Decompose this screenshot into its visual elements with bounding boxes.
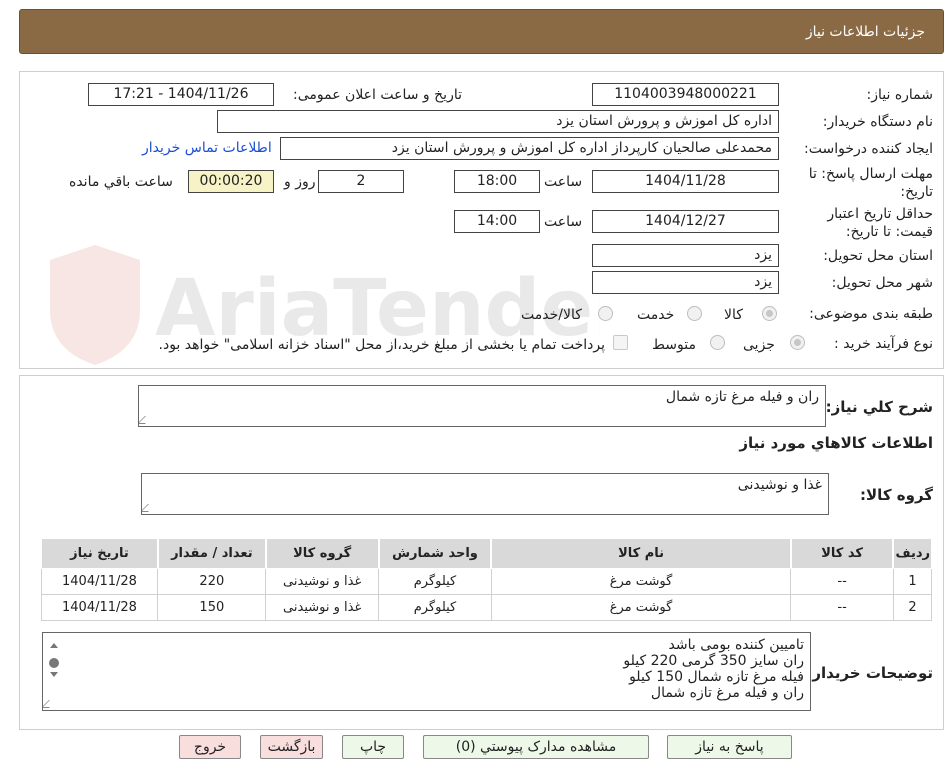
- process-label: نوع فرآیند خرید :: [834, 336, 933, 352]
- buyer-notes-textarea[interactable]: تامیین کننده بومی باشد ران سایز 350 گرمی…: [42, 632, 811, 711]
- requester-field: محمدعلی صالحیان کارپرداز اداره کل اموزش …: [280, 137, 779, 160]
- city-label: شهر محل تحویل:: [831, 275, 933, 291]
- deadline-label-line1: مهلت ارسال پاسخ: تا: [808, 166, 933, 182]
- validity-time-field: 14:00: [454, 210, 540, 233]
- summary-text: ران و فیله مرغ تازه شمال: [665, 389, 819, 405]
- group-textarea[interactable]: غذا و نوشیدنی: [141, 473, 829, 515]
- resize-grip-icon: [142, 504, 156, 512]
- deadline-days-field: 2: [318, 170, 404, 193]
- validity-date-field: 1404/12/27: [592, 210, 779, 233]
- category-option-goods-service: کالا/خدمت: [521, 307, 582, 323]
- cell-quantity: 220: [157, 568, 267, 595]
- announce-field: 1404/11/26 - 17:21: [88, 83, 274, 106]
- cell-unit: کیلوگرم: [378, 568, 492, 595]
- treasury-note: پرداخت تمام یا بخشی از مبلغ خرید،از محل …: [158, 337, 605, 353]
- province-label: استان محل تحویل:: [823, 248, 933, 264]
- province-field: یزد: [592, 244, 779, 267]
- group-label: گروه کالا:: [860, 486, 933, 504]
- buyer-notes-line: ران سایز 350 گرمی 220 کیلو: [623, 653, 804, 669]
- remaining-label: ساعت باقي مانده: [69, 174, 173, 190]
- treasury-checkbox[interactable]: [613, 335, 628, 350]
- deadline-label-line2: تاریخ:: [900, 184, 933, 200]
- cell-item-name: گوشت مرغ: [490, 594, 792, 621]
- validity-label-line1: حداقل تاریخ اعتبار: [827, 206, 933, 222]
- cell-group: غذا و نوشیدنی: [265, 594, 380, 621]
- buyer-notes-line: تامیین کننده بومی باشد: [668, 637, 804, 653]
- back-button[interactable]: بازگشت: [260, 735, 323, 759]
- scroll-down-icon: [50, 672, 58, 677]
- category-option-goods: کالا: [724, 307, 743, 323]
- page-header: جزئیات اطلاعات نیاز: [19, 9, 944, 54]
- cell-row-number: 2: [892, 594, 933, 621]
- print-button[interactable]: چاپ: [342, 735, 404, 759]
- col-need-date: تاریخ نیاز: [40, 538, 159, 569]
- deadline-time-field: 18:00: [454, 170, 540, 193]
- category-radio-service[interactable]: [687, 306, 702, 321]
- announce-label: تاریخ و ساعت اعلان عمومی:: [293, 87, 462, 103]
- page-title: جزئیات اطلاعات نیاز: [805, 24, 925, 40]
- remaining-timer: 00:00:20: [188, 170, 274, 193]
- buyer-contact-link[interactable]: اطلاعات تماس خریدار: [142, 140, 272, 156]
- buyer-notes-label: توضیحات خریدار:: [806, 664, 933, 682]
- attachments-button[interactable]: مشاهده مدارک پیوستي (0): [423, 735, 649, 759]
- notes-scrollbar[interactable]: [45, 635, 63, 708]
- category-radio-goods-service[interactable]: [598, 306, 613, 321]
- reply-button[interactable]: پاسخ به نیاز: [667, 735, 792, 759]
- col-item-code: کد کالا: [789, 538, 894, 569]
- col-item-name: نام کالا: [490, 538, 792, 569]
- exit-button[interactable]: خروج: [179, 735, 241, 759]
- cell-group: غذا و نوشیدنی: [265, 568, 380, 595]
- buyer-org-field: اداره کل اموزش و پرورش استان یزد: [217, 110, 779, 133]
- days-label: روز و: [284, 174, 316, 190]
- buyer-notes-line: ران و فیله مرغ تازه شمال: [650, 685, 804, 701]
- category-label: طبقه بندی موضوعی:: [809, 306, 933, 322]
- scroll-thumb-icon: [49, 658, 59, 668]
- deadline-time-label: ساعت: [544, 174, 583, 190]
- city-field: یزد: [592, 271, 779, 294]
- table-row: 2 -- گوشت مرغ کیلوگرم غذا و نوشیدنی 150 …: [40, 594, 933, 621]
- col-quantity: تعداد / مقدار: [156, 538, 267, 569]
- items-table: رديف کد کالا نام کالا واحد شمارش گروه کا…: [40, 538, 933, 621]
- group-text: غذا و نوشیدنی: [737, 477, 822, 493]
- cell-item-code: --: [790, 568, 894, 595]
- category-option-service: خدمت: [637, 307, 675, 323]
- need-number-field: 1104003948000221: [592, 83, 779, 106]
- cell-need-date: 1404/11/28: [40, 568, 159, 595]
- validity-time-label: ساعت: [544, 214, 583, 230]
- process-option-medium: متوسط: [652, 337, 696, 353]
- resize-grip-icon: [139, 416, 153, 424]
- col-row-number: رديف: [892, 538, 933, 569]
- process-radio-medium[interactable]: [710, 335, 725, 350]
- summary-label: شرح کلي نياز:: [825, 398, 933, 416]
- cell-row-number: 1: [892, 568, 933, 595]
- table-header-row: رديف کد کالا نام کالا واحد شمارش گروه کا…: [40, 538, 933, 569]
- buyer-org-label: نام دستگاه خریدار:: [822, 114, 933, 130]
- table-row: 1 -- گوشت مرغ کیلوگرم غذا و نوشیدنی 220 …: [40, 568, 933, 595]
- process-option-minor: جزیی: [743, 337, 775, 353]
- validity-label-line2: قیمت: تا تاریخ:: [845, 224, 933, 240]
- cell-item-code: --: [790, 594, 894, 621]
- col-unit: واحد شمارش: [377, 538, 492, 569]
- cell-quantity: 150: [157, 594, 267, 621]
- need-number-label: شماره نیاز:: [866, 87, 934, 103]
- process-radio-minor[interactable]: [790, 335, 805, 350]
- category-radio-goods[interactable]: [762, 306, 777, 321]
- deadline-date-field: 1404/11/28: [592, 170, 779, 193]
- requester-label: ایجاد کننده درخواست:: [804, 141, 933, 157]
- buyer-notes-line: فیله مرغ تازه شمال 150 کیلو: [629, 669, 804, 685]
- summary-textarea[interactable]: ران و فیله مرغ تازه شمال: [138, 385, 826, 427]
- scroll-up-icon: [50, 643, 58, 648]
- cell-need-date: 1404/11/28: [40, 594, 159, 621]
- items-heading: اطلاعات کالاهاي مورد نياز: [739, 434, 933, 452]
- cell-unit: کیلوگرم: [378, 594, 492, 621]
- col-group: گروه کالا: [264, 538, 380, 569]
- cell-item-name: گوشت مرغ: [490, 568, 792, 595]
